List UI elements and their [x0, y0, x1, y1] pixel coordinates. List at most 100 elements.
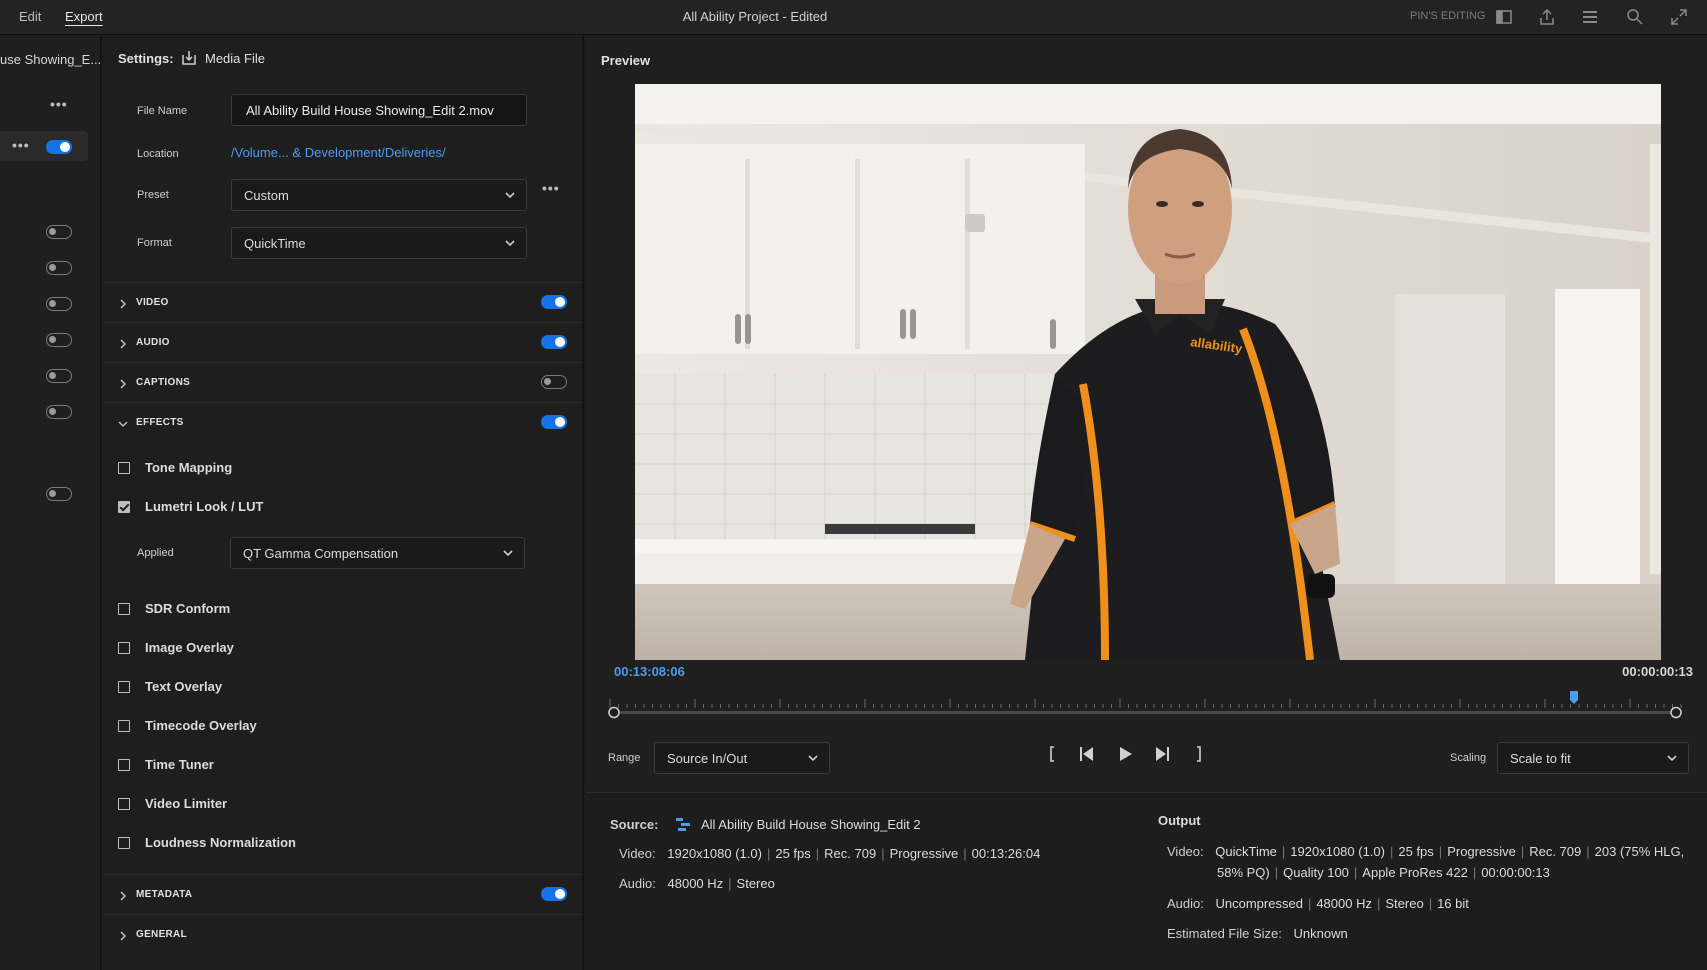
queue-toggle[interactable] — [46, 405, 72, 419]
queue-toggle[interactable] — [46, 369, 72, 383]
chevron-right-icon — [118, 376, 128, 389]
estimated-size-label: Estimated File Size: — [1167, 926, 1282, 941]
timeline-track — [608, 711, 1682, 714]
output-video-label: Video: — [1167, 844, 1204, 859]
timecode-in: 00:13:08:06 — [614, 664, 685, 679]
tone-mapping-label: Tone Mapping — [145, 460, 233, 475]
time-tuner-checkbox[interactable] — [118, 759, 130, 771]
output-audio-value: 16 bit — [1437, 896, 1469, 911]
lumetri-checkbox[interactable] — [118, 501, 130, 513]
in-point-handle[interactable] — [608, 706, 620, 719]
search-icon[interactable] — [1625, 7, 1645, 27]
image-overlay-checkbox[interactable] — [118, 642, 130, 654]
timeline-scrubber[interactable] — [608, 691, 1682, 727]
timecode-overlay-checkbox[interactable] — [118, 720, 130, 732]
preset-label: Preset — [137, 189, 169, 201]
loudness-checkbox[interactable] — [118, 837, 130, 849]
text-overlay-label: Text Overlay — [145, 679, 223, 694]
workspace-label[interactable]: PIN'S EDITING — [1410, 10, 1485, 22]
out-point-handle[interactable] — [1670, 706, 1682, 719]
scaling-label: Scaling — [1450, 752, 1487, 764]
panel-layout-icon[interactable] — [1494, 7, 1514, 27]
sequence-name[interactable]: use Showing_E... — [0, 52, 101, 67]
queue-toggle[interactable] — [46, 140, 72, 154]
source-video-value: 1920x1080 (1.0) — [667, 846, 762, 861]
output-video-row-2: 58% PQ) | Quality 100 | Apple ProRes 422 | 00:… — [1217, 865, 1550, 880]
effects-toggle[interactable] — [541, 415, 567, 429]
more-options-icon[interactable]: ••• — [12, 137, 30, 153]
section-video[interactable]: VIDEO — [104, 282, 582, 320]
source-video-value: 25 fps — [775, 846, 811, 861]
mark-in-icon[interactable] — [1042, 743, 1064, 765]
tone-mapping-checkbox[interactable] — [118, 462, 130, 474]
time-tuner-label: Time Tuner — [145, 757, 214, 772]
chevron-right-icon — [118, 888, 128, 901]
queue-toggle[interactable] — [46, 297, 72, 311]
queue-toggle[interactable] — [46, 487, 72, 501]
settings-label: Settings: — [118, 51, 174, 66]
text-overlay-checkbox[interactable] — [118, 681, 130, 693]
video-preview: allability — [635, 84, 1661, 660]
queue-toggle[interactable] — [46, 261, 72, 275]
output-video-value: Quality 100 — [1283, 865, 1349, 880]
video-limiter-checkbox[interactable] — [118, 798, 130, 810]
applied-select[interactable]: QT Gamma Compensation — [230, 537, 525, 569]
audio-toggle[interactable] — [541, 335, 567, 349]
preset-value: Custom — [244, 188, 289, 203]
preset-more-icon[interactable]: ••• — [542, 180, 560, 196]
mark-out-icon[interactable] — [1187, 743, 1209, 765]
output-video-value: 25 fps — [1398, 844, 1434, 859]
step-back-icon[interactable] — [1076, 743, 1098, 765]
format-value: QuickTime — [244, 236, 306, 251]
scaling-select[interactable]: Scale to fit — [1497, 742, 1689, 774]
image-overlay-label: Image Overlay — [145, 640, 234, 655]
format-select[interactable]: QuickTime — [231, 227, 527, 259]
app-title: All Ability Project - Edited — [682, 9, 828, 24]
section-metadata[interactable]: METADATA — [104, 874, 582, 912]
location-link[interactable]: /Volume... & Development/Deliveries/ — [231, 145, 446, 160]
range-select[interactable]: Source In/Out — [654, 742, 830, 774]
output-label: Output — [1158, 813, 1201, 828]
fullscreen-icon[interactable] — [1669, 7, 1689, 27]
share-icon[interactable] — [1537, 7, 1557, 27]
section-general[interactable]: GENERAL — [104, 914, 582, 952]
section-title: GENERAL — [136, 929, 187, 940]
play-icon[interactable] — [1114, 743, 1136, 765]
more-options-icon[interactable]: ••• — [50, 96, 68, 112]
section-captions[interactable]: CAPTIONS — [104, 362, 582, 400]
output-video-value: 203 (75% HLG, — [1594, 844, 1685, 859]
sdr-conform-checkbox[interactable] — [118, 603, 130, 615]
section-effects[interactable]: EFFECTS — [104, 402, 582, 440]
section-title: EFFECTS — [136, 417, 184, 428]
chevron-right-icon — [118, 928, 128, 941]
settings-panel: Settings: Media File File Name All Abili… — [104, 36, 584, 970]
chevron-down-icon — [807, 752, 819, 764]
queue-toggle[interactable] — [46, 225, 72, 239]
section-title: CAPTIONS — [136, 377, 191, 388]
section-audio[interactable]: AUDIO — [104, 322, 582, 360]
source-label: Source: — [610, 817, 659, 832]
output-video-value: 58% PQ) — [1217, 865, 1270, 880]
file-name-input[interactable]: All Ability Build House Showing_Edit 2.m… — [231, 94, 527, 126]
chevron-down-icon — [504, 189, 516, 201]
chevron-right-icon — [118, 336, 128, 349]
menu-lines-icon[interactable] — [1580, 7, 1600, 27]
video-frame-image: allability — [635, 84, 1661, 660]
chevron-down-icon — [118, 416, 128, 428]
queue-panel: use Showing_E... ••• ••• — [0, 36, 102, 970]
captions-toggle[interactable] — [541, 375, 567, 389]
estimated-size-value: Unknown — [1293, 926, 1348, 941]
section-title: VIDEO — [136, 297, 169, 308]
top-bar: Edit Export All Ability Project - Edited… — [0, 0, 1707, 35]
queue-toggle[interactable] — [46, 333, 72, 347]
preset-select[interactable]: Custom — [231, 179, 527, 211]
step-forward-icon[interactable] — [1151, 743, 1173, 765]
output-audio-value: Uncompressed — [1215, 896, 1303, 911]
metadata-toggle[interactable] — [541, 887, 567, 901]
video-toggle[interactable] — [541, 295, 567, 309]
chevron-down-icon — [504, 237, 516, 249]
output-audio-row: Audio: Uncompressed | 48000 Hz | Stereo | 16 b… — [1167, 896, 1469, 911]
chevron-right-icon — [118, 296, 128, 309]
playhead[interactable] — [1570, 691, 1578, 704]
source-audio-value: Stereo — [736, 876, 775, 891]
